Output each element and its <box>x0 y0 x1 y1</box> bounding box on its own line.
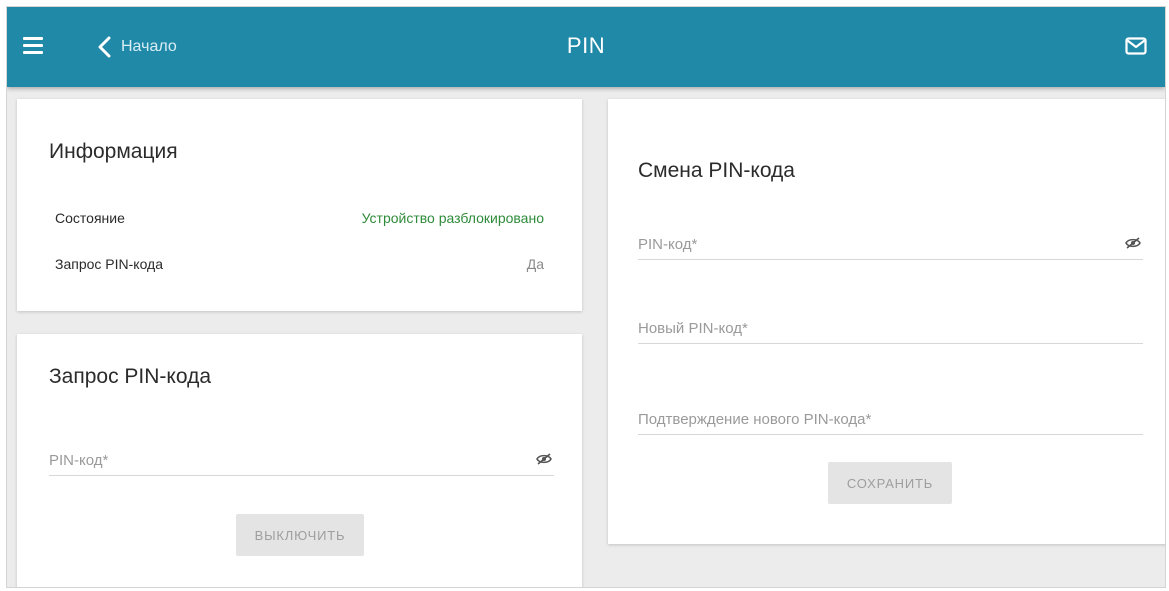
pin-request-card: Запрос PIN-кода ВЫКЛЮЧИТЬ <box>17 334 582 587</box>
confirm-pin-field <box>638 389 1143 435</box>
info-row-pin-request: Запрос PIN-кода Да <box>55 256 544 276</box>
change-pin-card-title: Смена PIN-кода <box>638 159 795 182</box>
pin-request-value: Да <box>526 256 544 272</box>
pin-request-card-title: Запрос PIN-кода <box>49 365 212 388</box>
pin-input[interactable] <box>49 452 524 469</box>
pin-field <box>49 430 554 476</box>
confirm-pin-input[interactable] <box>638 411 1113 428</box>
new-pin-input[interactable] <box>638 320 1113 337</box>
disable-button[interactable]: ВЫКЛЮЧИТЬ <box>236 514 364 556</box>
status-value: Устройство разблокировано <box>361 210 544 226</box>
info-row-key: Состояние <box>55 210 125 226</box>
info-row-status: Состояние Устройство разблокировано <box>55 210 544 230</box>
eye-off-icon[interactable] <box>536 453 552 465</box>
change-pin-card: Смена PIN-кода СОХРАНИТЬ <box>608 99 1165 544</box>
app-frame: Начало PIN Информация Состояние Устройст… <box>6 6 1166 588</box>
current-pin-input[interactable] <box>638 236 1113 253</box>
notifications-button[interactable] <box>1125 37 1147 55</box>
eye-off-icon[interactable] <box>1125 237 1141 249</box>
new-pin-field <box>638 298 1143 344</box>
page-title: PIN <box>566 33 606 58</box>
current-pin-field <box>638 214 1143 260</box>
info-card: Информация Состояние Устройство разблоки… <box>17 99 582 311</box>
mail-icon <box>1125 37 1147 55</box>
info-card-title: Информация <box>49 140 178 163</box>
top-bar: Начало PIN <box>7 7 1165 87</box>
info-row-key: Запрос PIN-кода <box>55 256 164 272</box>
save-button[interactable]: СОХРАНИТЬ <box>828 462 952 504</box>
